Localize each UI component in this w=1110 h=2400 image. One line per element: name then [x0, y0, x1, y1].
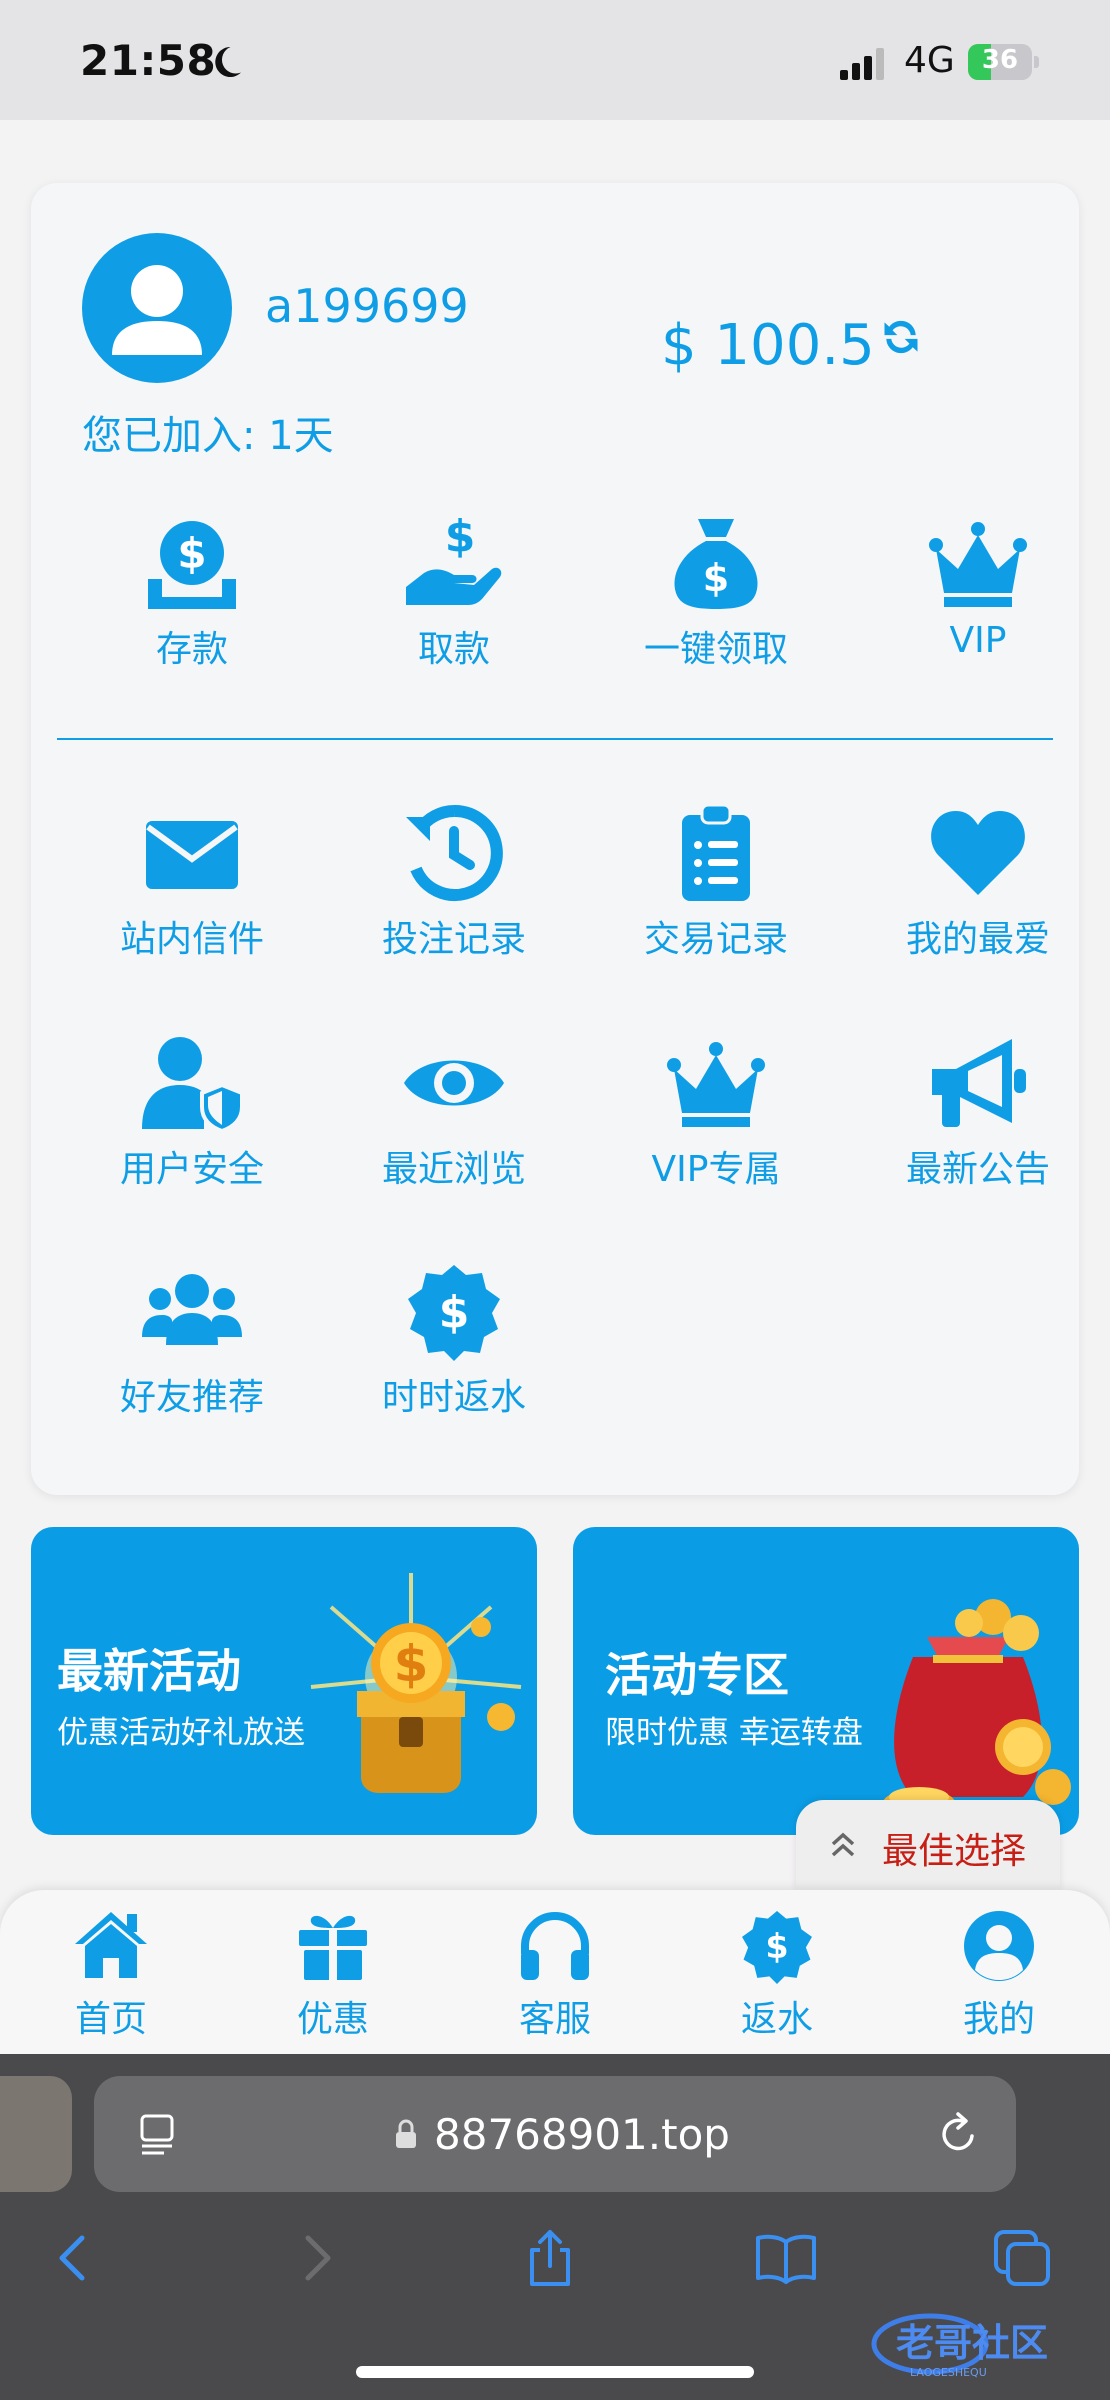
status-time: 21:58 — [80, 36, 217, 85]
headphones-icon — [521, 1912, 589, 1980]
reload-icon[interactable] — [934, 2110, 982, 2158]
latest-activity-banner[interactable]: 最新活动 优惠活动好礼放送 $ — [31, 1527, 537, 1835]
dollar-badge-icon: $ — [408, 1265, 500, 1361]
users-icon — [142, 1274, 242, 1345]
home-icon — [75, 1912, 147, 1978]
coin-bag-icon — [883, 1599, 1071, 1817]
nav-label: 返水 — [740, 1999, 813, 2040]
account-card: a199699 您已加入: 1天 $ 100.5 $ 存款 $ 取款 $ 一键领… — [31, 183, 1079, 1495]
menu-item-label: 时时返水 — [381, 1377, 526, 1418]
bottom-nav: 首页 优惠 客服 $ 返水 我的 — [0, 1890, 1110, 2054]
username: a199699 — [265, 279, 469, 333]
gift-icon — [299, 1915, 367, 1980]
lock-icon — [396, 2119, 416, 2148]
nav-promotions[interactable]: 优惠 — [222, 1908, 444, 2048]
quick-action-label: 取款 — [417, 629, 490, 670]
withdraw-hand-icon: $ — [406, 513, 502, 605]
menu-item-label: 最新公告 — [905, 1149, 1050, 1190]
user-shield-icon — [142, 1037, 242, 1133]
svg-text:$: $ — [765, 1927, 788, 1966]
menu-item-label: 好友推荐 — [119, 1377, 264, 1418]
menu-item-label: 我的最爱 — [905, 919, 1050, 960]
treasure-chest-icon: $ — [310, 1573, 522, 1793]
menu-item-label: 站内信件 — [119, 919, 264, 960]
best-choice-button[interactable]: 最佳选择 — [796, 1800, 1060, 1890]
banner-subtitle: 优惠活动好礼放送 — [57, 1715, 305, 1751]
bookmarks-icon[interactable] — [754, 2226, 818, 2290]
signal-icon — [840, 48, 884, 80]
battery-percent: 36 — [981, 45, 1019, 75]
status-bar: 21:58 4G 36 — [0, 0, 1110, 120]
nav-profile[interactable]: 我的 — [888, 1908, 1110, 2048]
banner-title: 活动专区 — [605, 1648, 789, 1702]
menu-item-label: VIP专属 — [651, 1149, 781, 1190]
nav-support[interactable]: 客服 — [444, 1908, 666, 2048]
nav-label: 我的 — [962, 1999, 1035, 2040]
crown-icon — [929, 522, 1027, 607]
svg-text:$: $ — [445, 513, 476, 562]
chevron-up-double-icon — [831, 1832, 855, 1857]
home-indicator[interactable] — [356, 2366, 754, 2378]
heart-icon — [931, 811, 1025, 895]
history-icon — [406, 804, 503, 901]
best-choice-label: 最佳选择 — [882, 1831, 1027, 1872]
menu-item-label: 用户安全 — [119, 1149, 264, 1190]
nav-home[interactable]: 首页 — [0, 1908, 222, 2048]
crown-icon — [667, 1042, 765, 1127]
banner-title: 最新活动 — [57, 1644, 241, 1698]
svg-text:$: $ — [703, 556, 729, 600]
back-icon[interactable] — [42, 2226, 106, 2290]
megaphone-icon — [932, 1039, 1026, 1127]
quick-action-label: 一键领取 — [643, 629, 788, 670]
svg-text:$: $ — [394, 1635, 429, 1693]
quick-action-label: VIP — [949, 620, 1007, 661]
watermark-subtext: LAOGESHEQU — [910, 2366, 987, 2379]
watermark-text: 老哥社区 — [896, 2321, 1048, 2365]
nav-rebate[interactable]: $ 返水 — [666, 1908, 888, 2048]
deposit-coin-icon: $ — [148, 521, 236, 609]
page-menu-icon[interactable] — [136, 2112, 180, 2156]
user-circle-icon — [964, 1911, 1034, 1981]
divider — [57, 738, 1053, 740]
money-bag-icon: $ — [674, 519, 758, 609]
url-text: 88768901.top — [434, 2110, 730, 2159]
previous-tab[interactable] — [0, 2076, 72, 2192]
banner-subtitle: 限时优惠 幸运转盘 — [605, 1715, 863, 1751]
network-type: 4G — [904, 40, 955, 81]
forward-icon[interactable] — [284, 2226, 348, 2290]
menu-item-label: 交易记录 — [643, 919, 788, 960]
moon-icon — [215, 46, 241, 77]
clipboard-list-icon — [682, 803, 750, 901]
share-icon[interactable] — [518, 2226, 582, 2290]
avatar[interactable] — [82, 233, 232, 383]
svg-text:$: $ — [177, 529, 206, 578]
mail-icon — [146, 821, 238, 889]
nav-label: 首页 — [74, 1999, 147, 2040]
watermark-logo: 老哥社区 LAOGESHEQU — [871, 2313, 1048, 2379]
nav-label: 优惠 — [296, 1999, 369, 2040]
tabs-icon[interactable] — [990, 2226, 1054, 2290]
menu-item-label: 最近浏览 — [381, 1149, 526, 1190]
quick-action-label: 存款 — [155, 629, 228, 670]
address-bar[interactable]: 88768901.top — [94, 2076, 1016, 2192]
balance: $ 100.5 — [661, 313, 875, 378]
dollar-badge-icon: $ — [742, 1911, 812, 1984]
nav-label: 客服 — [518, 1999, 591, 2040]
menu-item-label: 投注记录 — [381, 919, 526, 960]
user-avatar-icon — [112, 265, 202, 355]
svg-text:$: $ — [439, 1287, 470, 1338]
activity-zone-banner[interactable]: 活动专区 限时优惠 幸运转盘 — [573, 1527, 1079, 1835]
refresh-icon[interactable] — [879, 315, 923, 359]
eye-icon — [404, 1060, 504, 1106]
joined-days: 您已加入: 1天 — [82, 413, 334, 459]
battery-icon: 36 — [968, 44, 1040, 80]
